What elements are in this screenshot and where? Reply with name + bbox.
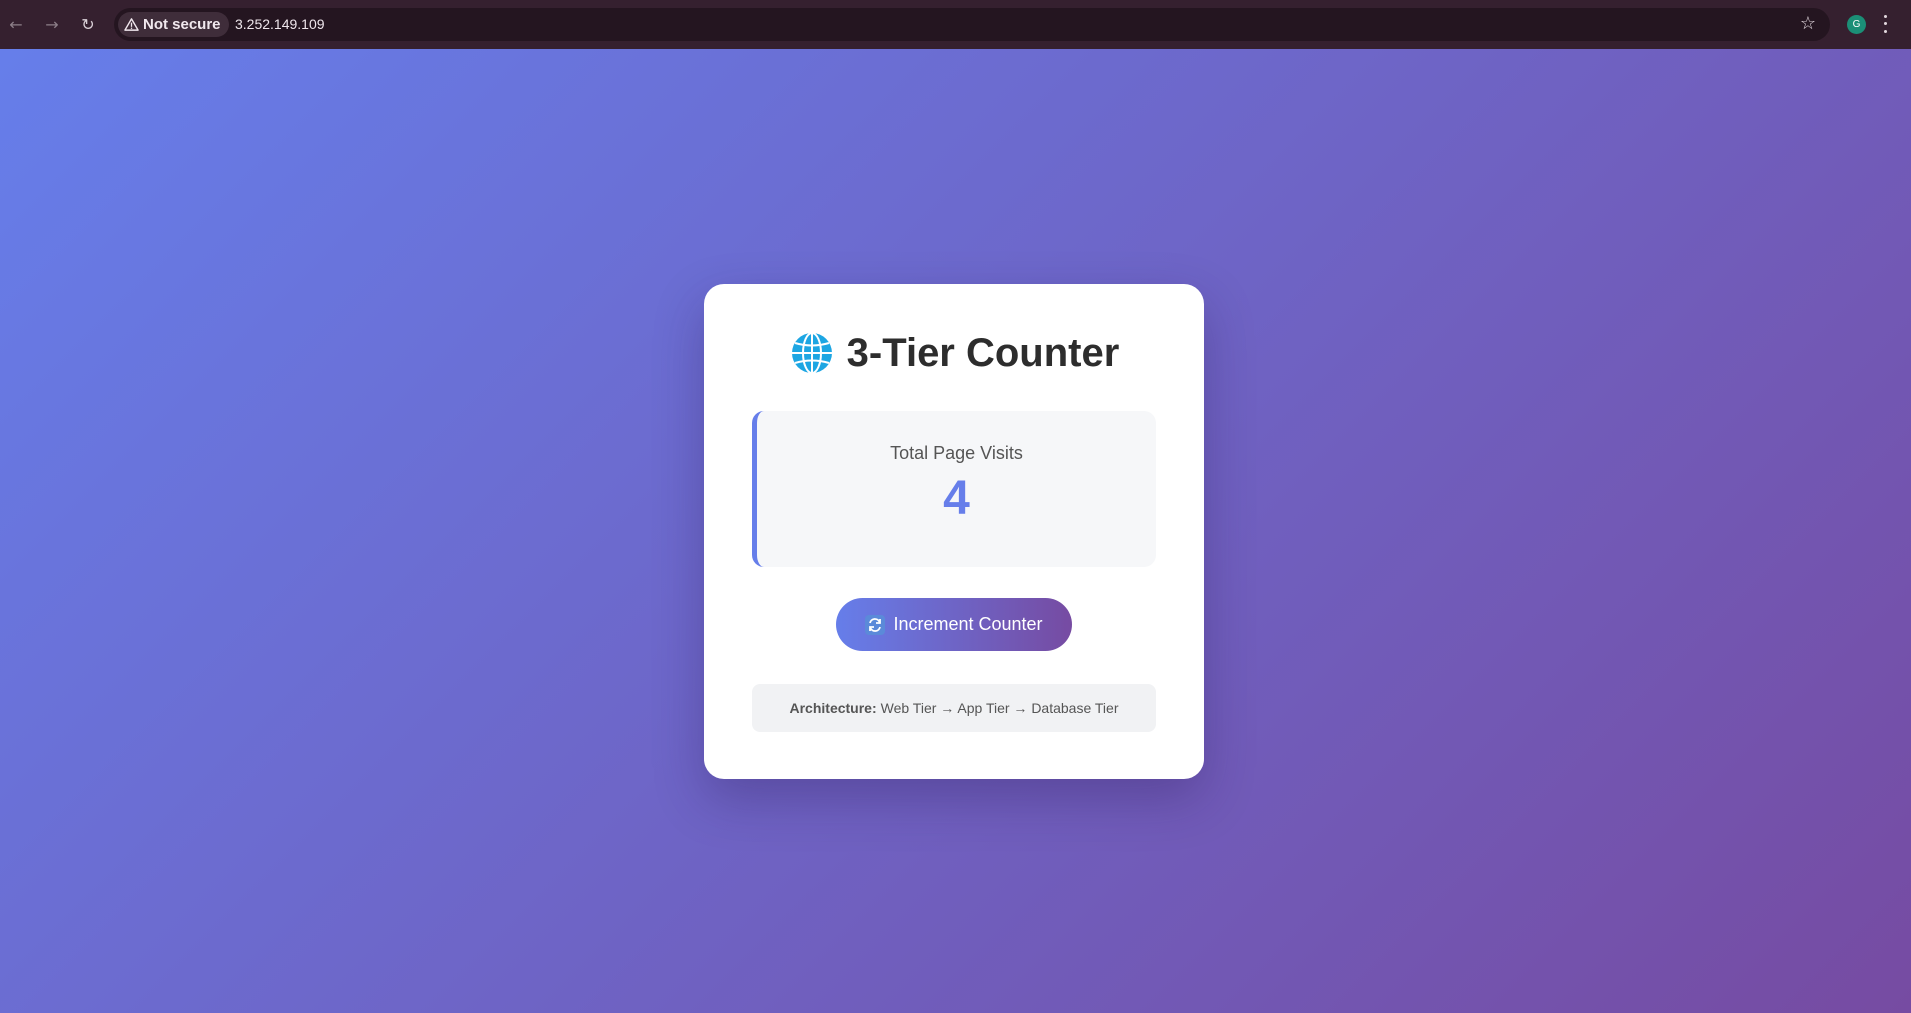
visits-stat-box: Total Page Visits 4 xyxy=(752,411,1156,567)
architecture-info: Architecture: Web Tier → App Tier → Data… xyxy=(752,684,1156,732)
forward-arrow-icon[interactable]: → xyxy=(40,12,64,36)
bookmark-star-icon[interactable]: ☆ xyxy=(1800,13,1816,34)
visits-count: 4 xyxy=(943,472,970,525)
security-indicator[interactable]: Not secure xyxy=(118,12,229,37)
page-title: 3-Tier Counter xyxy=(704,330,1204,376)
warning-icon xyxy=(124,18,139,31)
profile-avatar[interactable]: G xyxy=(1847,15,1866,34)
title-text: 3-Tier Counter xyxy=(846,330,1120,375)
page-background: 3-Tier Counter Total Page Visits 4 Incre… xyxy=(0,49,1911,1013)
browser-toolbar: ← → ↻ Not secure 3.252.149.109 ☆ G xyxy=(0,0,1911,49)
architecture-label: Architecture: xyxy=(789,700,877,716)
increment-button-label: Increment Counter xyxy=(893,614,1043,634)
increment-counter-button[interactable]: Increment Counter xyxy=(836,598,1072,651)
reload-icon[interactable]: ↻ xyxy=(76,12,100,36)
visits-label: Total Page Visits xyxy=(890,443,1023,463)
browser-menu-icon[interactable] xyxy=(1882,13,1888,35)
security-label: Not secure xyxy=(143,16,221,33)
counter-card: 3-Tier Counter Total Page Visits 4 Incre… xyxy=(704,284,1204,779)
url-text[interactable]: 3.252.149.109 xyxy=(235,16,325,32)
address-bar[interactable]: Not secure 3.252.149.109 ☆ xyxy=(114,8,1830,41)
globe-icon xyxy=(791,332,832,374)
counterclockwise-arrows-icon xyxy=(865,614,886,635)
architecture-text: Web Tier → App Tier → Database Tier xyxy=(880,700,1119,716)
back-arrow-icon[interactable]: ← xyxy=(4,12,28,36)
